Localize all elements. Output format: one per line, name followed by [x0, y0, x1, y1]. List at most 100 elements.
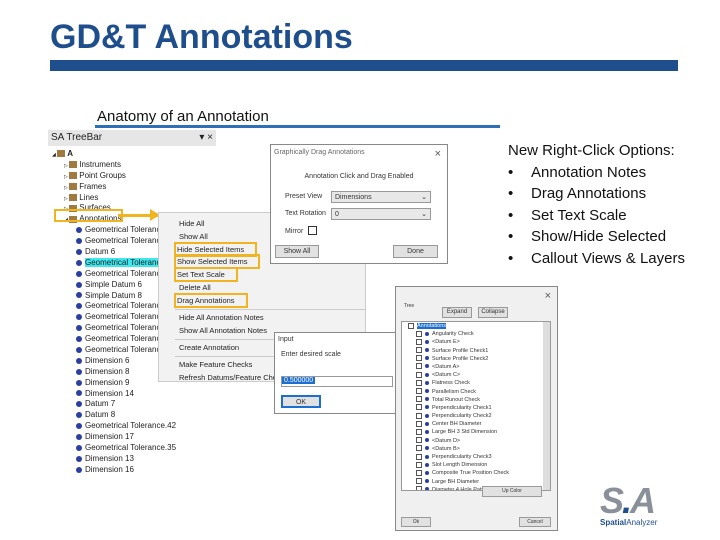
pin-close-icon[interactable]: ▾ ×	[199, 132, 213, 144]
tree-item[interactable]: <Datum A>	[402, 363, 550, 371]
checkbox[interactable]	[416, 330, 422, 337]
tree-item-label: Geometrical Tolerance.	[85, 257, 168, 267]
tree-item[interactable]: Perpendicularity Check1	[402, 404, 550, 412]
menu-item[interactable]: Set Text Scale	[174, 267, 238, 282]
checkbox[interactable]	[416, 437, 422, 444]
menu-item[interactable]: Create Annotation	[179, 343, 239, 352]
collapse-button[interactable]: Collapse	[478, 307, 508, 318]
ok-button[interactable]: OK	[281, 395, 321, 408]
checkbox[interactable]	[416, 461, 422, 468]
tree-item[interactable]: Large BH 3 Std Dimension	[402, 428, 550, 436]
annotation-tree: Annotations Angularity Check <Datum E> Sur…	[401, 321, 551, 491]
tree-item[interactable]: Surface Profile Check2	[402, 355, 550, 363]
annotation-dot-icon	[425, 429, 429, 434]
mirror-checkbox[interactable]	[308, 226, 317, 235]
scale-input[interactable]: 0.500000	[281, 376, 393, 387]
scrollbar[interactable]	[543, 322, 550, 490]
tree-root[interactable]: Annotations	[402, 322, 550, 330]
tree-item[interactable]: ▷ Frames	[48, 182, 216, 193]
cancel-button[interactable]: Cancel	[519, 517, 551, 527]
tree-item[interactable]: Large BH Diameter	[402, 478, 550, 486]
tree-item[interactable]: ▷ Instruments	[48, 160, 216, 171]
tree-item[interactable]: Parallelism Check	[402, 388, 550, 396]
tree-item[interactable]: ▷ Lines	[48, 193, 216, 204]
checkbox[interactable]	[416, 469, 422, 476]
checkbox[interactable]	[416, 412, 422, 419]
menu-item[interactable]: Make Feature Checks	[179, 360, 252, 369]
checkbox[interactable]	[416, 396, 422, 403]
tree-item[interactable]: Dimension 17	[48, 432, 216, 443]
annotation-dot-icon	[76, 336, 82, 343]
text-rotation-select[interactable]: 0 ⌄	[331, 208, 431, 220]
menu-item[interactable]: Delete All	[179, 283, 211, 292]
folder-icon	[57, 150, 66, 158]
checkbox[interactable]	[416, 363, 422, 370]
checkbox[interactable]	[416, 347, 422, 354]
tree-item-label: Surface Profile Check1	[432, 347, 489, 354]
tree-item[interactable]: Datum 7	[48, 399, 216, 410]
tree-item[interactable]: Datum 8	[48, 410, 216, 421]
checkbox[interactable]	[408, 322, 414, 329]
expand-button[interactable]: Expand	[442, 307, 472, 318]
checkbox[interactable]	[416, 355, 422, 362]
menu-item[interactable]: Show Selected Items	[173, 254, 261, 269]
annotation-dot-icon	[425, 438, 429, 443]
menu-item[interactable]: Hide All	[179, 219, 204, 228]
tree-item[interactable]: <Datum E>	[402, 338, 550, 346]
tree-item[interactable]: <Datum C>	[402, 371, 550, 379]
annotation-dot-icon	[425, 389, 429, 394]
dialog-title: Graphically Drag Annotations	[274, 149, 365, 156]
checkbox[interactable]	[416, 379, 422, 386]
menu-item[interactable]: Refresh Datums/Feature Checks	[179, 373, 288, 382]
tree-item[interactable]: Geometrical Tolerance.42	[48, 421, 216, 432]
preset-view-select[interactable]: Dimensions ⌄	[331, 191, 431, 203]
tree-item[interactable]: ▷ Point Groups	[48, 171, 216, 182]
checkbox[interactable]	[416, 404, 422, 411]
checkbox[interactable]	[416, 338, 422, 345]
checkbox[interactable]	[416, 428, 422, 435]
tree-item[interactable]: Dimension 16	[48, 465, 216, 476]
checkbox[interactable]	[416, 478, 422, 485]
annotation-dot-icon	[76, 346, 82, 353]
text-rotation-label: Text Rotation	[285, 210, 326, 217]
tree-item[interactable]: Dimension 14	[48, 389, 216, 400]
input-prompt: Enter desired scale	[281, 351, 341, 358]
checkbox[interactable]	[416, 371, 422, 378]
tree-item[interactable]: Perpendicularity Check2	[402, 412, 550, 420]
checkbox[interactable]	[416, 388, 422, 395]
checkbox[interactable]	[416, 445, 422, 452]
tree-item[interactable]: Dimension 13	[48, 454, 216, 465]
checkbox[interactable]	[416, 453, 422, 460]
tree-item[interactable]: Geometrical Tolerance.35	[48, 443, 216, 454]
checkbox[interactable]	[416, 420, 422, 427]
menu-item[interactable]: Show All Annotation Notes	[179, 326, 267, 335]
up-color-button[interactable]: Up Color	[482, 486, 542, 497]
tree-item[interactable]: ◢ A	[48, 149, 216, 160]
tree-item-label: Slot Length Dimension	[432, 462, 488, 469]
tree-item[interactable]: <Datum B>	[402, 445, 550, 453]
tree-item[interactable]: Perpendicularity Check3	[402, 453, 550, 461]
tree-item[interactable]: Slot Length Dimension	[402, 461, 550, 469]
annotation-dot-icon	[425, 380, 429, 385]
menu-item[interactable]: Show All	[179, 232, 208, 241]
tree-item[interactable]: <Datum D>	[402, 437, 550, 445]
done-button[interactable]: Done	[393, 245, 438, 258]
tree-item[interactable]: Total Runout Check	[402, 396, 550, 404]
ok-button[interactable]: Ok	[401, 517, 431, 527]
tree-item[interactable]: Angularity Check	[402, 330, 550, 338]
tree-item[interactable]: Surface Profile Check1	[402, 347, 550, 355]
menu-item[interactable]: Hide All Annotation Notes	[179, 313, 264, 322]
tree-item-label: Datum 7	[85, 399, 116, 409]
checkbox[interactable]	[416, 486, 422, 490]
menu-item[interactable]: Hide Selected Items	[173, 242, 258, 257]
tree-item[interactable]: Flatness Check	[402, 379, 550, 387]
tree-item[interactable]: Composite True Position Check	[402, 469, 550, 477]
preset-view-value: Dimensions	[335, 194, 372, 201]
show-all-button[interactable]: Show All	[275, 245, 319, 258]
annotation-dot-icon	[76, 314, 82, 321]
close-icon[interactable]: ×	[435, 148, 441, 160]
close-icon[interactable]: ×	[545, 290, 551, 302]
tree-item[interactable]: Center BH Diameter	[402, 420, 550, 428]
menu-item[interactable]: Drag Annotations	[174, 293, 248, 308]
annotation-dot-icon	[425, 405, 429, 410]
